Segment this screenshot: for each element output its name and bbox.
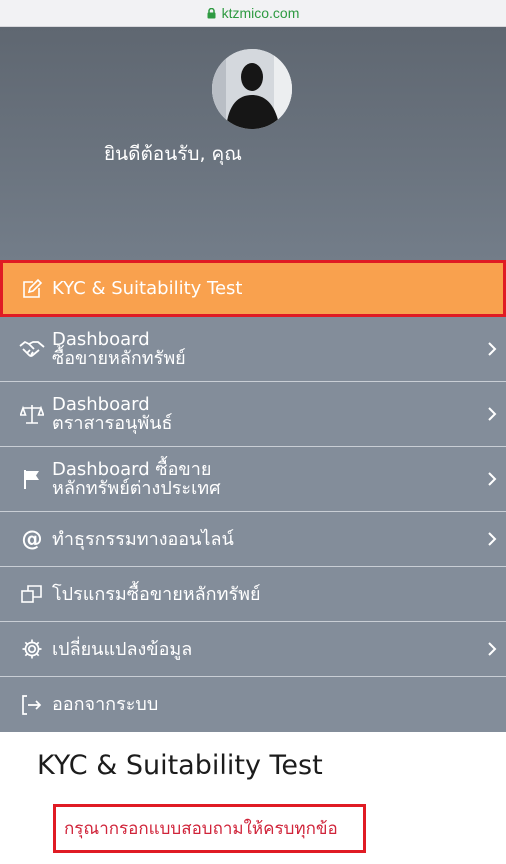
browser-address-bar[interactable]: ktzmico.com [0,0,506,27]
chevron-right-icon [488,642,497,656]
menu-item-sublabel: ตราสารอนุพันธ์ [52,413,173,434]
chevron-right-icon [488,532,497,546]
menu-item-change-info[interactable]: เปลี่ยนแปลงข้อมูล [0,622,506,677]
menu-item-dashboard-securities[interactable]: Dashboard ซื้อขายหลักทรัพย์ [0,317,506,382]
lock-icon [207,7,216,18]
avatar[interactable] [212,49,292,129]
url-domain: ktzmico.com [221,5,300,21]
menu-item-kyc-suitability-test[interactable]: KYC & Suitability Test [0,260,506,317]
menu-item-label: เปลี่ยนแปลงข้อมูล [52,638,193,660]
logout-icon [18,692,46,718]
chevron-right-icon [488,407,497,421]
menu-item-label: Dashboard ซื้อขาย [52,459,212,480]
menu-item-label: ทำธุรกรรมทางออนไลน์ [52,528,234,550]
menu-item-trading-program[interactable]: โปรแกรมซื้อขายหลักทรัพย์ [0,567,506,622]
warning-text: กรุณากรอกแบบสอบถามให้ครบทุกข้อ [64,819,338,839]
menu-item-label: ออกจากระบบ [52,694,159,715]
menu-item-label: Dashboard [52,394,150,415]
welcome-text: ยินดีต้อนรับ, คุณ [104,143,242,165]
page-title: KYC & Suitability Test [37,750,323,781]
flag-icon [18,466,46,492]
edit-icon [18,276,46,302]
chevron-right-icon [488,342,497,356]
windows-icon [18,581,46,607]
menu-item-online-transactions[interactable]: @ ทำธุรกรรมทางออนไลน์ [0,512,506,567]
scale-icon [18,401,46,427]
profile-header: ยินดีต้อนรับ, คุณ [0,27,506,260]
chevron-right-icon [488,472,497,486]
side-menu: KYC & Suitability Test Dashboard ซื้อขาย… [0,260,506,732]
validation-warning: กรุณากรอกแบบสอบถามให้ครบทุกข้อ [53,804,366,853]
menu-item-label: Dashboard [52,329,150,350]
menu-item-label: KYC & Suitability Test [52,278,243,299]
menu-item-dashboard-foreign-securities[interactable]: Dashboard ซื้อขาย หลักทรัพย์ต่างประเทศ [0,447,506,512]
at-sign-icon: @ [21,526,43,551]
menu-item-label: โปรแกรมซื้อขายหลักทรัพย์ [52,583,261,605]
gear-icon [18,636,46,662]
menu-item-sublabel: ซื้อขายหลักทรัพย์ [52,348,186,369]
menu-item-logout[interactable]: ออกจากระบบ [0,677,506,732]
person-silhouette-icon [212,49,292,129]
menu-item-dashboard-derivatives[interactable]: Dashboard ตราสารอนุพันธ์ [0,382,506,447]
main-content: KYC & Suitability Test กรุณากรอกแบบสอบถา… [0,732,506,864]
handshake-icon [18,336,46,362]
menu-item-sublabel: หลักทรัพย์ต่างประเทศ [52,478,221,499]
